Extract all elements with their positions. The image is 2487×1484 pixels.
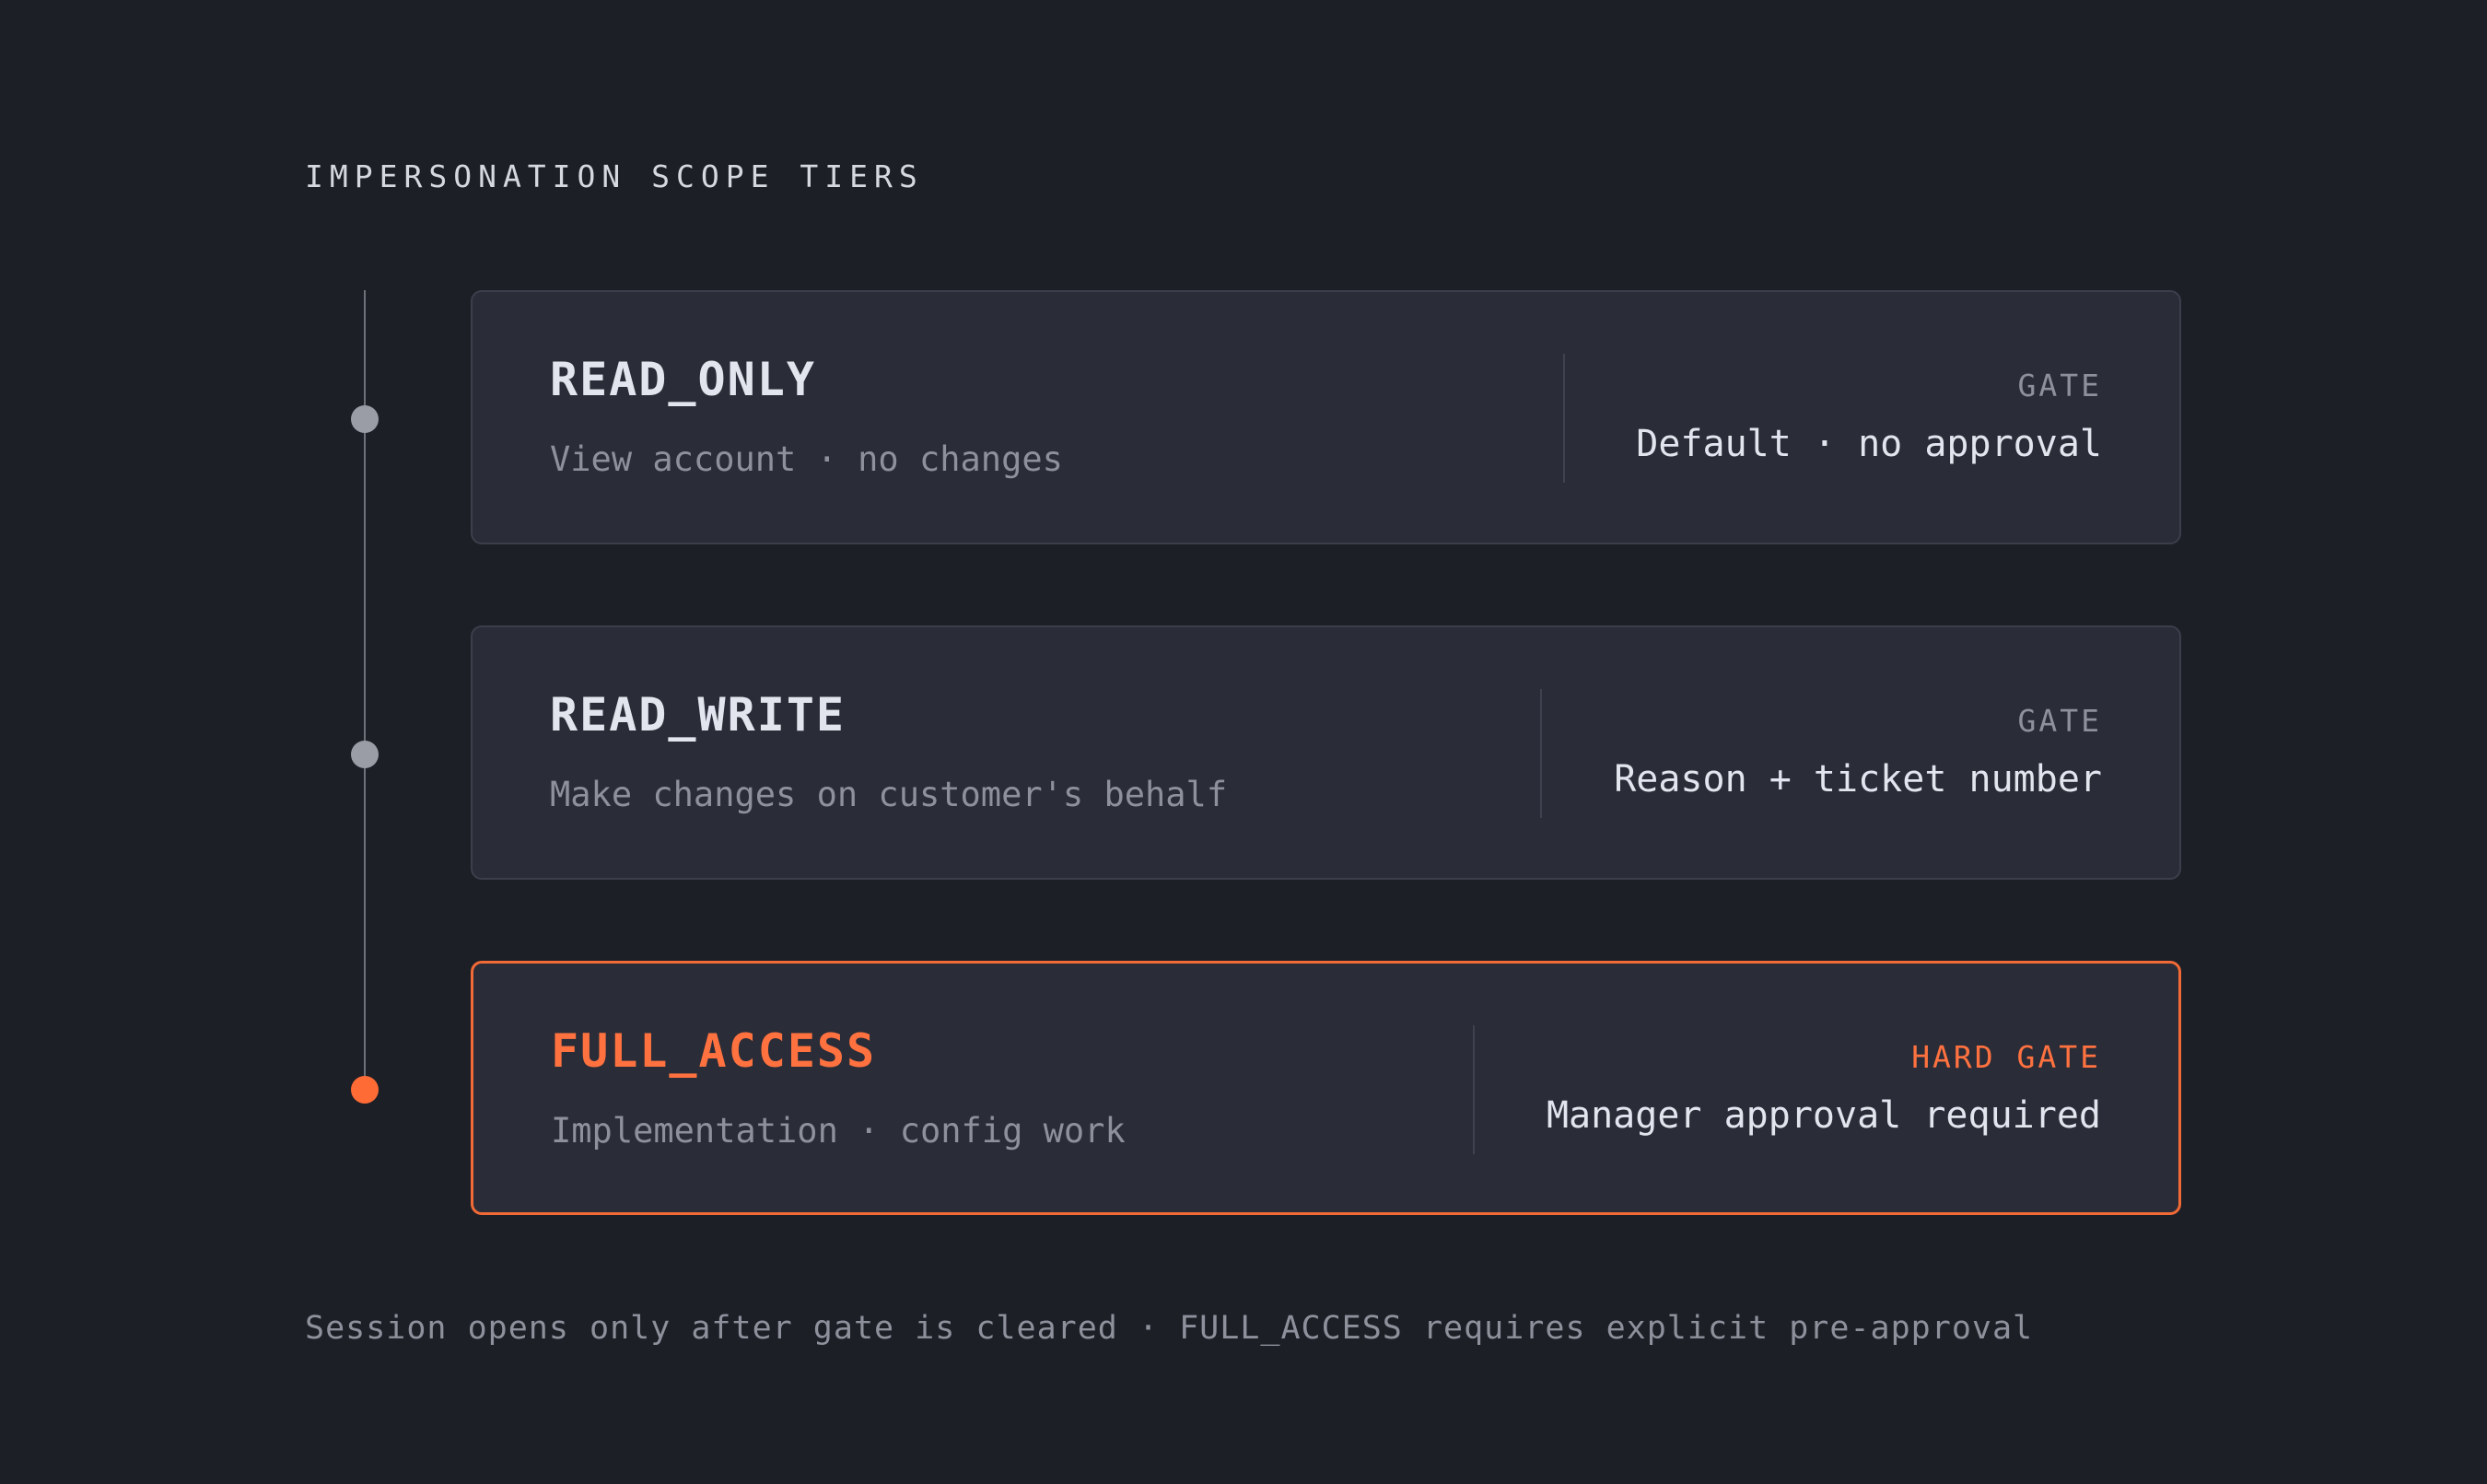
card-divider [1473, 1025, 1475, 1154]
gate-label: GATE [2017, 703, 2102, 739]
gate-label: GATE [2017, 368, 2102, 403]
scope-tiers-diagram: IMPERSONATION SCOPE TIERS READ_ONLY View… [0, 0, 2487, 1484]
card-divider [1563, 354, 1565, 483]
footer-note: Session opens only after gate is cleared… [305, 1310, 2034, 1347]
gate-label: HARD GATE [1911, 1039, 2101, 1075]
tier-name: FULL_ACCESS [551, 1024, 877, 1078]
tier-description: View account · no changes [550, 439, 1063, 479]
tier-name: READ_ONLY [550, 353, 816, 406]
diagram-title: IMPERSONATION SCOPE TIERS [305, 158, 924, 194]
timeline-node-read-only [351, 405, 379, 433]
tier-description: Implementation · config work [551, 1111, 1126, 1151]
timeline-node-full-access [351, 1076, 379, 1104]
card-divider [1540, 689, 1542, 818]
gate-value: Default · no approval [1636, 423, 2102, 465]
timeline-node-read-write [351, 741, 379, 768]
tier-card-read-write: READ_WRITE Make changes on customer's be… [471, 625, 2181, 880]
gate-value: Manager approval required [1546, 1094, 2101, 1137]
tier-description: Make changes on customer's behalf [550, 775, 1228, 814]
tier-card-read-only: READ_ONLY View account · no changes GATE… [471, 290, 2181, 544]
tier-card-full-access: FULL_ACCESS Implementation · config work… [471, 961, 2181, 1215]
gate-value: Reason + ticket number [1614, 758, 2102, 800]
tier-name: READ_WRITE [550, 688, 847, 742]
